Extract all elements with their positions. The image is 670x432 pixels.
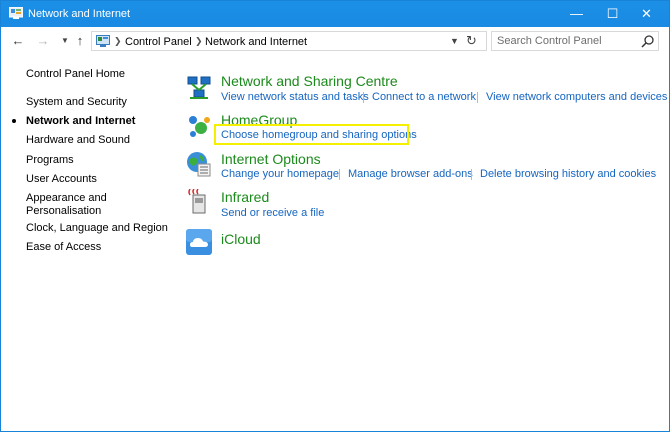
- sidebar-item-hardware-and-sound[interactable]: Hardware and Sound: [26, 134, 130, 147]
- sidebar-item-control-panel-home[interactable]: Control Panel Home: [26, 68, 125, 81]
- icloud-title[interactable]: iCloud: [221, 231, 261, 247]
- back-arrow-icon[interactable]: ←: [10, 33, 26, 49]
- sidebar-item-appearance-and-personalisation[interactable]: Appearance and Personalisation: [26, 192, 107, 218]
- view-network-computers-link[interactable]: View network computers and devices: [486, 91, 667, 103]
- window-title: Network and Internet: [28, 8, 131, 20]
- title-bar[interactable]: Network and Internet — ☐ ✕: [1, 1, 669, 27]
- search-box[interactable]: [491, 31, 659, 51]
- address-bar[interactable]: ❯ Control Panel ❯ Network and Internet ▼…: [91, 31, 487, 51]
- sidebar-item-system-and-security[interactable]: System and Security: [26, 96, 127, 109]
- highlight-box: [214, 124, 409, 145]
- internet-options-title[interactable]: Internet Options: [221, 151, 321, 167]
- navigation-bar: ← → ▼ ↑ ❯ Control Panel ❯ Network and In…: [1, 28, 669, 55]
- sidebar-item-ease-of-access[interactable]: Ease of Access: [26, 241, 101, 254]
- change-homepage-link[interactable]: Change your homepage: [221, 168, 339, 180]
- network-sharing-icon[interactable]: [186, 75, 212, 101]
- delete-browsing-history-link[interactable]: Delete browsing history and cookies: [480, 168, 656, 180]
- link-separator: [339, 169, 340, 180]
- breadcrumb-chevron-icon[interactable]: ❯: [114, 36, 122, 47]
- breadcrumb-control-panel[interactable]: Control Panel: [125, 36, 192, 48]
- control-panel-app-icon: [9, 7, 23, 19]
- refresh-icon[interactable]: ↻: [466, 33, 477, 49]
- sidebar-item-programs[interactable]: Programs: [26, 154, 74, 167]
- sidebar-item-network-and-internet[interactable]: Network and Internet: [26, 115, 135, 128]
- recent-locations-chevron-icon[interactable]: ▼: [57, 33, 73, 49]
- up-arrow-icon[interactable]: ↑: [72, 33, 88, 49]
- sidebar-item-clock-language-region[interactable]: Clock, Language and Region: [26, 222, 168, 235]
- internet-options-icon[interactable]: [186, 151, 212, 177]
- close-button[interactable]: ✕: [624, 1, 669, 27]
- breadcrumb-chevron-icon[interactable]: ❯: [195, 36, 203, 47]
- link-separator: [477, 92, 478, 103]
- sidebar: Control Panel Home System and Security N…: [1, 56, 171, 431]
- control-panel-window: Network and Internet — ☐ ✕ ← → ▼ ↑ ❯ Con…: [0, 0, 670, 432]
- connect-to-network-link[interactable]: Connect to a network: [372, 91, 476, 103]
- active-item-bullet: [12, 119, 16, 123]
- link-separator: [471, 169, 472, 180]
- homegroup-icon[interactable]: [186, 113, 212, 139]
- search-input[interactable]: [497, 34, 637, 48]
- send-receive-file-link[interactable]: Send or receive a file: [221, 207, 324, 219]
- infrared-title[interactable]: Infrared: [221, 189, 269, 205]
- infrared-icon[interactable]: [186, 189, 212, 215]
- network-sharing-centre-title[interactable]: Network and Sharing Centre: [221, 73, 398, 89]
- link-separator: [363, 92, 364, 103]
- forward-arrow-icon[interactable]: →: [35, 33, 51, 49]
- icloud-icon[interactable]: [186, 229, 212, 255]
- manage-browser-addons-link[interactable]: Manage browser add-ons: [348, 168, 473, 180]
- address-dropdown-icon[interactable]: ▼: [450, 36, 459, 46]
- control-panel-icon: [96, 35, 110, 47]
- sidebar-item-user-accounts[interactable]: User Accounts: [26, 173, 97, 186]
- view-network-status-link[interactable]: View network status and tasks: [221, 91, 369, 103]
- search-icon[interactable]: [641, 35, 655, 48]
- breadcrumb-network-and-internet[interactable]: Network and Internet: [205, 36, 307, 48]
